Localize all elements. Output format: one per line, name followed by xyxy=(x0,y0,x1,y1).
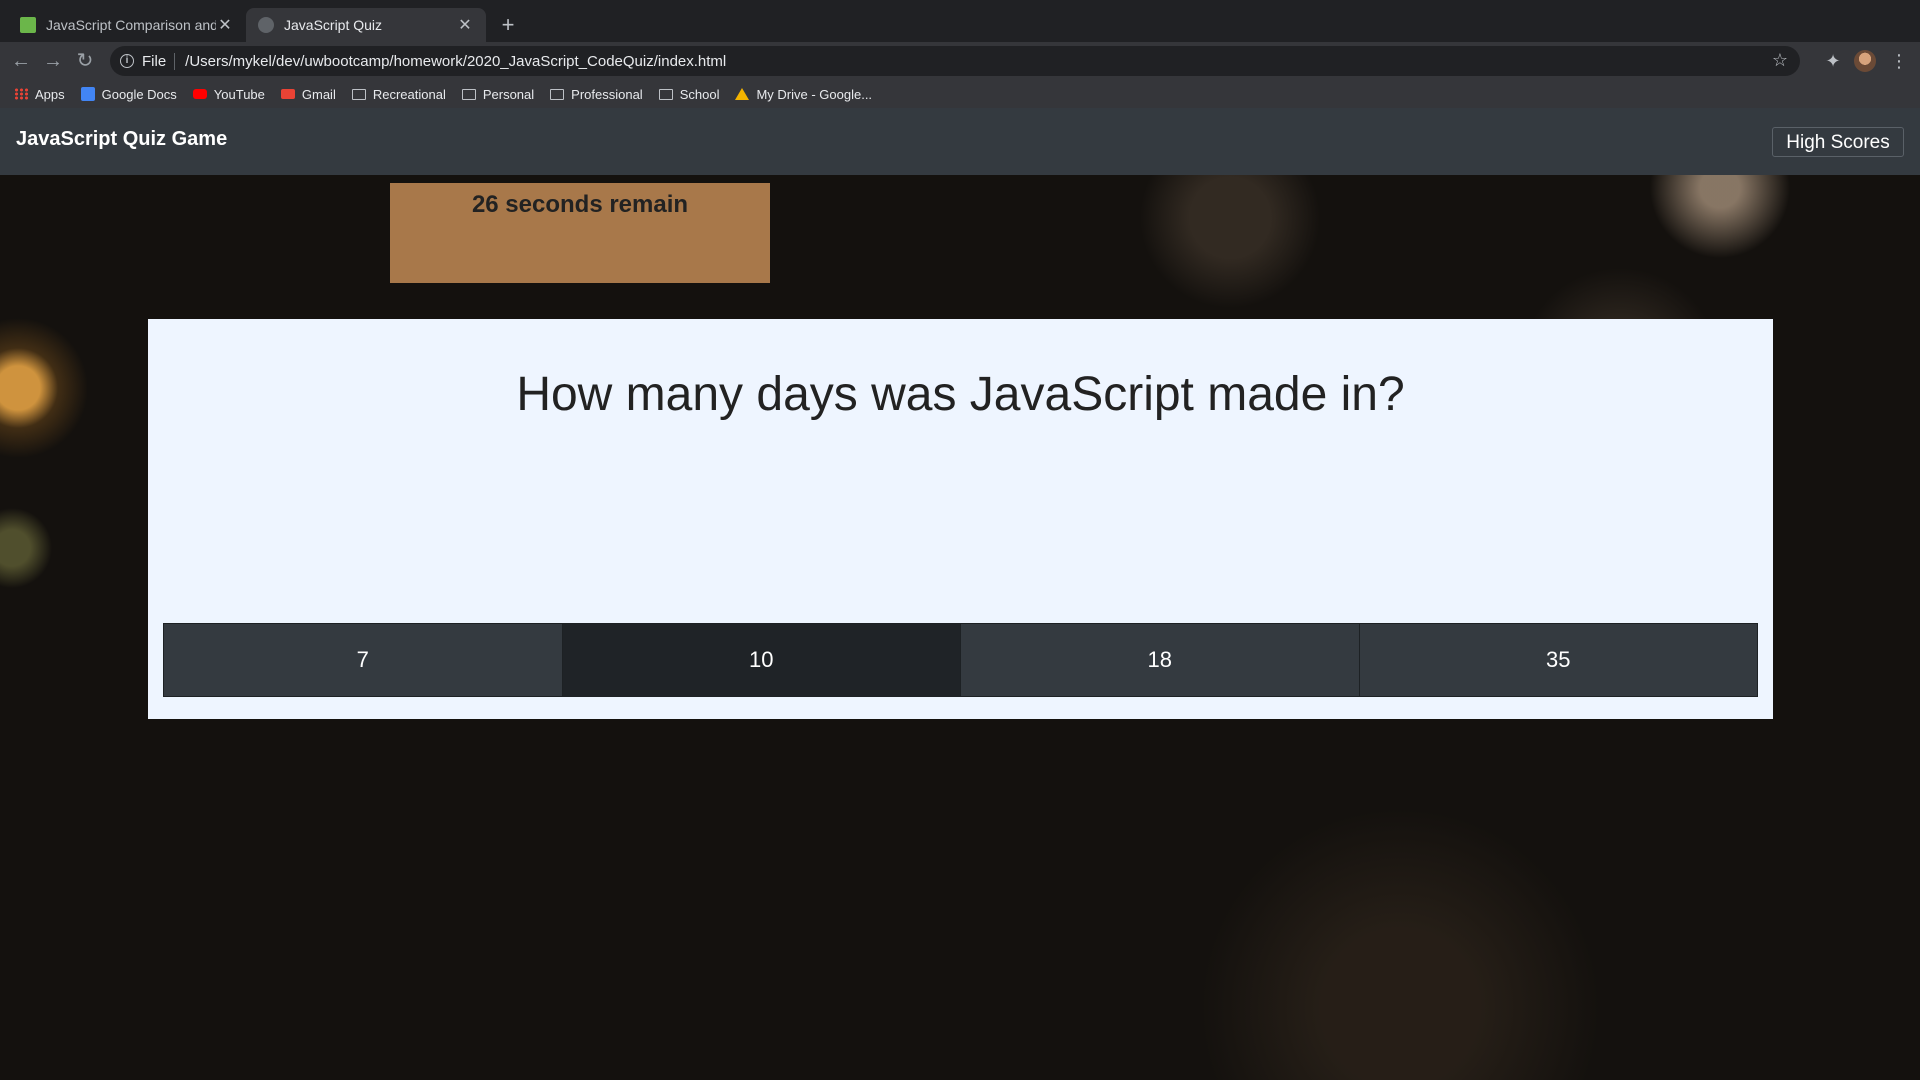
tab-title: JavaScript Quiz xyxy=(284,17,383,33)
bookmark-label: Apps xyxy=(35,86,65,102)
bookmark-recreational[interactable]: Recreational xyxy=(351,86,446,102)
bookmark-label: YouTube xyxy=(213,86,265,102)
bookmark-gmail[interactable]: Gmail xyxy=(280,86,336,102)
forward-arrow-icon[interactable]: → xyxy=(40,48,66,74)
question-text: How many days was JavaScript made in? xyxy=(516,368,1405,421)
app-brand[interactable]: JavaScript Quiz Game xyxy=(16,128,227,151)
new-tab-plus-icon[interactable]: + xyxy=(494,12,522,40)
globe-icon xyxy=(258,17,274,33)
back-arrow-icon[interactable]: ← xyxy=(8,48,34,74)
bookmark-label: Personal xyxy=(482,86,535,102)
folder-icon xyxy=(658,88,673,100)
bookmark-star-icon[interactable]: ☆ xyxy=(1772,50,1788,71)
browser-tab-strip: JavaScript Comparison and Lo ✕ JavaScrip… xyxy=(0,0,1920,42)
bookmarks-bar: Apps Google Docs YouTube Gmail Recreatio… xyxy=(0,80,1920,108)
bookmark-label: School xyxy=(679,86,720,102)
youtube-icon xyxy=(192,89,207,99)
timer-display: 26 seconds remain xyxy=(390,183,770,283)
reload-icon[interactable]: ↻ xyxy=(72,48,98,74)
info-icon[interactable]: i xyxy=(120,54,134,68)
docs-icon xyxy=(80,87,95,101)
bookmark-professional[interactable]: Professional xyxy=(550,87,643,102)
answer-button-group: 7 10 18 35 xyxy=(163,623,1758,697)
bookmark-school[interactable]: School xyxy=(658,86,720,102)
bookmark-google-docs[interactable]: Google Docs xyxy=(80,86,177,102)
menu-kebab-icon[interactable]: ⋮ xyxy=(1886,48,1912,74)
tab-quiz[interactable]: JavaScript Quiz ✕ xyxy=(246,8,486,42)
answer-button-3[interactable]: 18 xyxy=(961,624,1360,696)
tab-title: JavaScript Comparison and Lo xyxy=(46,17,216,33)
close-tab-icon[interactable]: ✕ xyxy=(456,15,474,35)
browser-toolbar: ← → ↻ i File /Users/mykel/dev/uwbootcamp… xyxy=(0,42,1920,80)
page-content: JavaScript Quiz Game High Scores 26 seco… xyxy=(0,108,1920,1080)
folder-icon xyxy=(461,88,476,100)
answer-button-2[interactable]: 10 xyxy=(562,624,961,696)
url-text[interactable]: /Users/mykel/dev/uwbootcamp/homework/202… xyxy=(185,53,726,70)
answer-button-4[interactable]: 35 xyxy=(1359,624,1757,696)
high-scores-button[interactable]: High Scores xyxy=(1772,127,1904,157)
bookmark-label: Gmail xyxy=(301,86,336,102)
profile-avatar[interactable] xyxy=(1854,50,1876,72)
gmail-icon xyxy=(280,89,295,99)
bookmark-apps[interactable]: Apps xyxy=(14,87,65,102)
close-tab-icon[interactable]: ✕ xyxy=(216,15,234,35)
tab-comparison[interactable]: JavaScript Comparison and Lo ✕ xyxy=(8,8,246,42)
address-bar[interactable]: i File /Users/mykel/dev/uwbootcamp/homew… xyxy=(110,46,1800,76)
folder-icon xyxy=(351,88,366,100)
question-card: How many days was JavaScript made in? 7 … xyxy=(148,319,1773,719)
bookmark-youtube[interactable]: YouTube xyxy=(192,86,265,102)
site-favicon-icon xyxy=(20,17,36,33)
app-navbar: JavaScript Quiz Game High Scores xyxy=(0,108,1920,175)
answer-button-1[interactable]: 7 xyxy=(164,624,563,696)
extensions-puzzle-icon[interactable]: ✦ xyxy=(1820,48,1846,74)
bookmark-label: Recreational xyxy=(372,86,446,102)
bookmark-label: Google Docs xyxy=(101,86,177,102)
folder-icon xyxy=(550,88,565,100)
bookmark-personal[interactable]: Personal xyxy=(461,86,535,102)
apps-icon xyxy=(14,88,28,100)
bookmark-label: Professional xyxy=(571,86,643,102)
drive-icon xyxy=(735,88,750,100)
scheme-label: File xyxy=(142,52,176,70)
bookmark-my-drive[interactable]: My Drive - Google... xyxy=(735,87,872,102)
bookmark-label: My Drive - Google... xyxy=(756,86,873,102)
